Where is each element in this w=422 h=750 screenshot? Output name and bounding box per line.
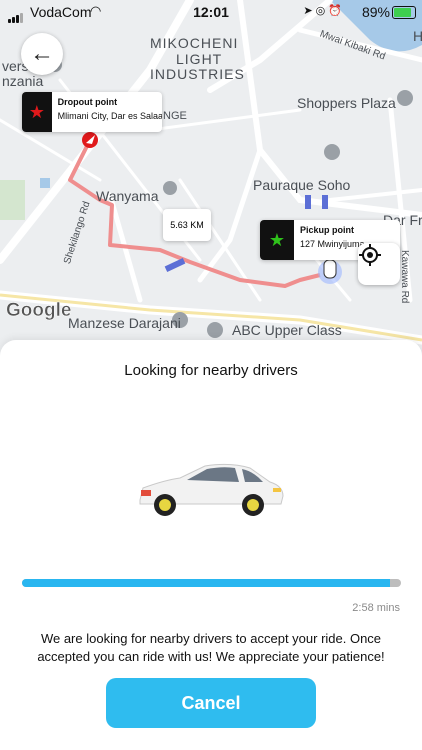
dropout-star-icon: ★: [22, 92, 52, 132]
dropout-point-address: Mlimani City, Dar es Salaam: [57, 111, 162, 121]
status-bar: VodaCom ◠ 12:01 ➤ ◎ ⏰ 89%: [0, 0, 422, 24]
map-label-wanyama: Wanyama: [96, 188, 159, 204]
sheet-title: Looking for nearby drivers: [124, 362, 298, 379]
battery-icon: [392, 6, 416, 19]
map-label-nzania: nzania: [2, 73, 44, 89]
eta-label: 2:58 mins: [352, 602, 400, 614]
search-message: We are looking for nearby drivers to acc…: [37, 631, 385, 664]
map-view[interactable]: MIKOCHENI LIGHT INDUSTRIES Mwai Kibaki R…: [0, 0, 422, 360]
searching-drivers-sheet: Looking for nearby drivers 2:58 mins We …: [0, 340, 422, 750]
map-label-nge: NGE: [163, 110, 187, 122]
map-label-industries: INDUSTRIES: [150, 66, 245, 82]
pickup-star-icon: ★: [260, 220, 294, 260]
google-logo: Google: [6, 300, 72, 322]
pickup-point-title: Pickup point: [300, 225, 354, 235]
dropout-point-card[interactable]: ★ Dropout point Mlimani City, Dar es Sal…: [22, 92, 162, 132]
route-distance-label: 5.63 KM: [163, 209, 211, 241]
map-label-h: H: [413, 28, 422, 44]
map-label-mikocheni: MIKOCHENI: [150, 35, 239, 51]
location-arrow-icon: ➤ ◎ ⏰: [303, 5, 342, 17]
car-illustration: [139, 463, 284, 516]
battery-percent: 89%: [361, 4, 390, 20]
search-progress-bar: [22, 579, 401, 587]
dropout-point-title: Dropout point: [57, 97, 118, 107]
map-label-abc-upper-class: ABC Upper Class: [232, 322, 342, 338]
arrow-left-icon: ←: [30, 40, 54, 67]
map-label-light: LIGHT: [176, 51, 223, 67]
my-location-button[interactable]: [358, 243, 400, 285]
status-time: 12:01: [193, 4, 229, 20]
back-button[interactable]: ←: [21, 33, 63, 75]
map-label-shoppers-plaza: Shoppers Plaza: [297, 95, 396, 111]
cancel-button[interactable]: Cancel: [106, 678, 316, 728]
crosshair-icon: [359, 244, 381, 266]
pickup-point-address: 127 Mwinyijuma: [300, 239, 365, 249]
map-label-pauraque-soho: Pauraque Soho: [253, 177, 351, 193]
map-label-kawawa-rd: Kawawa Rd: [399, 250, 410, 304]
map-label-manzese-darajani: Manzese Darajani: [68, 315, 181, 331]
